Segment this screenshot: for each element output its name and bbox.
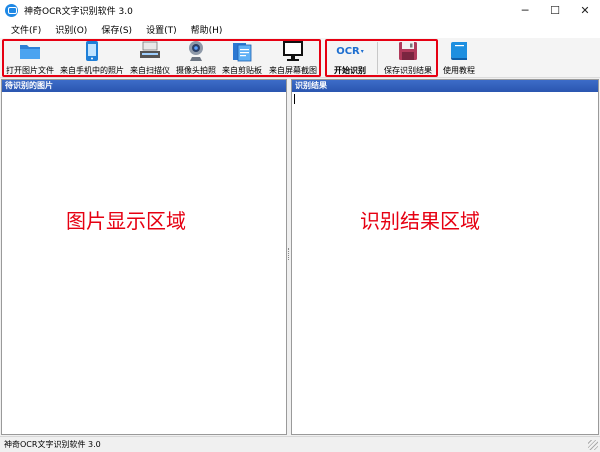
ocr-icon: OCR ▾	[335, 40, 365, 62]
book-icon	[448, 40, 470, 62]
minimize-button[interactable]: ─	[510, 0, 540, 20]
from-scanner-label: 来自扫描仪	[130, 66, 170, 75]
resize-grip-icon[interactable]	[588, 440, 598, 450]
from-scanner-button[interactable]: 来自扫描仪	[128, 40, 172, 76]
text-cursor	[294, 94, 295, 104]
camera-button[interactable]: 摄像头拍照	[174, 40, 218, 76]
floppy-disk-icon	[397, 40, 419, 62]
result-panel-header: 识别结果	[292, 80, 598, 92]
ocr-dropdown-arrow-icon: ▾	[360, 47, 364, 55]
title-bar: 神奇OCR文字识别软件 3.0 ─ ☐ ✕	[0, 0, 600, 20]
status-text: 神奇OCR文字识别软件 3.0	[4, 440, 101, 449]
menu-file[interactable]: 文件(F)	[6, 23, 46, 36]
save-result-button[interactable]: 保存识别结果	[380, 40, 436, 76]
webcam-icon	[185, 40, 207, 62]
splitter-grip-icon	[288, 248, 290, 260]
menu-help[interactable]: 帮助(H)	[186, 23, 228, 36]
result-area-label: 识别结果区域	[360, 209, 480, 233]
start-ocr-label: 开始识别	[334, 66, 366, 75]
tutorial-button[interactable]: 使用教程	[440, 40, 478, 76]
menu-save[interactable]: 保存(S)	[96, 23, 137, 36]
image-display-area-label: 图片显示区域	[66, 209, 186, 233]
save-result-label: 保存识别结果	[384, 66, 432, 75]
phone-icon	[81, 40, 103, 62]
menu-recognize[interactable]: 识别(O)	[50, 23, 92, 36]
clipboard-icon	[231, 40, 253, 62]
maximize-button[interactable]: ☐	[540, 0, 570, 20]
image-panel[interactable]: 待识别的图片 图片显示区域	[1, 79, 287, 435]
monitor-icon	[282, 40, 304, 62]
window-controls: ─ ☐ ✕	[510, 0, 600, 20]
screenshot-button[interactable]: 来自屏幕截图	[266, 40, 320, 76]
screenshot-label: 来自屏幕截图	[269, 66, 317, 75]
open-image-label: 打开图片文件	[6, 66, 54, 75]
from-phone-label: 来自手机中的照片	[60, 66, 124, 75]
status-bar: 神奇OCR文字识别软件 3.0	[0, 436, 600, 452]
result-panel[interactable]: 识别结果 识别结果区域	[291, 79, 599, 435]
ocr-icon-text: OCR	[336, 45, 360, 57]
from-clipboard-label: 来自剪贴板	[222, 66, 262, 75]
open-image-button[interactable]: 打开图片文件	[4, 40, 56, 76]
menu-bar: 文件(F) 识别(O) 保存(S) 设置(T) 帮助(H)	[0, 20, 600, 38]
toolbar-separator	[377, 42, 378, 74]
image-panel-header: 待识别的图片	[2, 80, 286, 92]
toolbar: 打开图片文件 来自手机中的照片 来自扫描仪 摄像头拍照 来自剪贴板 来自屏幕截图…	[0, 38, 600, 78]
camera-label: 摄像头拍照	[176, 66, 216, 75]
tutorial-label: 使用教程	[443, 66, 475, 75]
app-logo-icon	[5, 3, 18, 17]
start-ocr-button[interactable]: OCR ▾ 开始识别	[328, 40, 372, 76]
scanner-icon	[139, 40, 161, 62]
from-phone-button[interactable]: 来自手机中的照片	[58, 40, 126, 76]
window-title: 神奇OCR文字识别软件 3.0	[24, 6, 133, 17]
from-clipboard-button[interactable]: 来自剪贴板	[220, 40, 264, 76]
menu-settings[interactable]: 设置(T)	[141, 23, 182, 36]
close-button[interactable]: ✕	[570, 0, 600, 20]
folder-icon	[19, 40, 41, 62]
